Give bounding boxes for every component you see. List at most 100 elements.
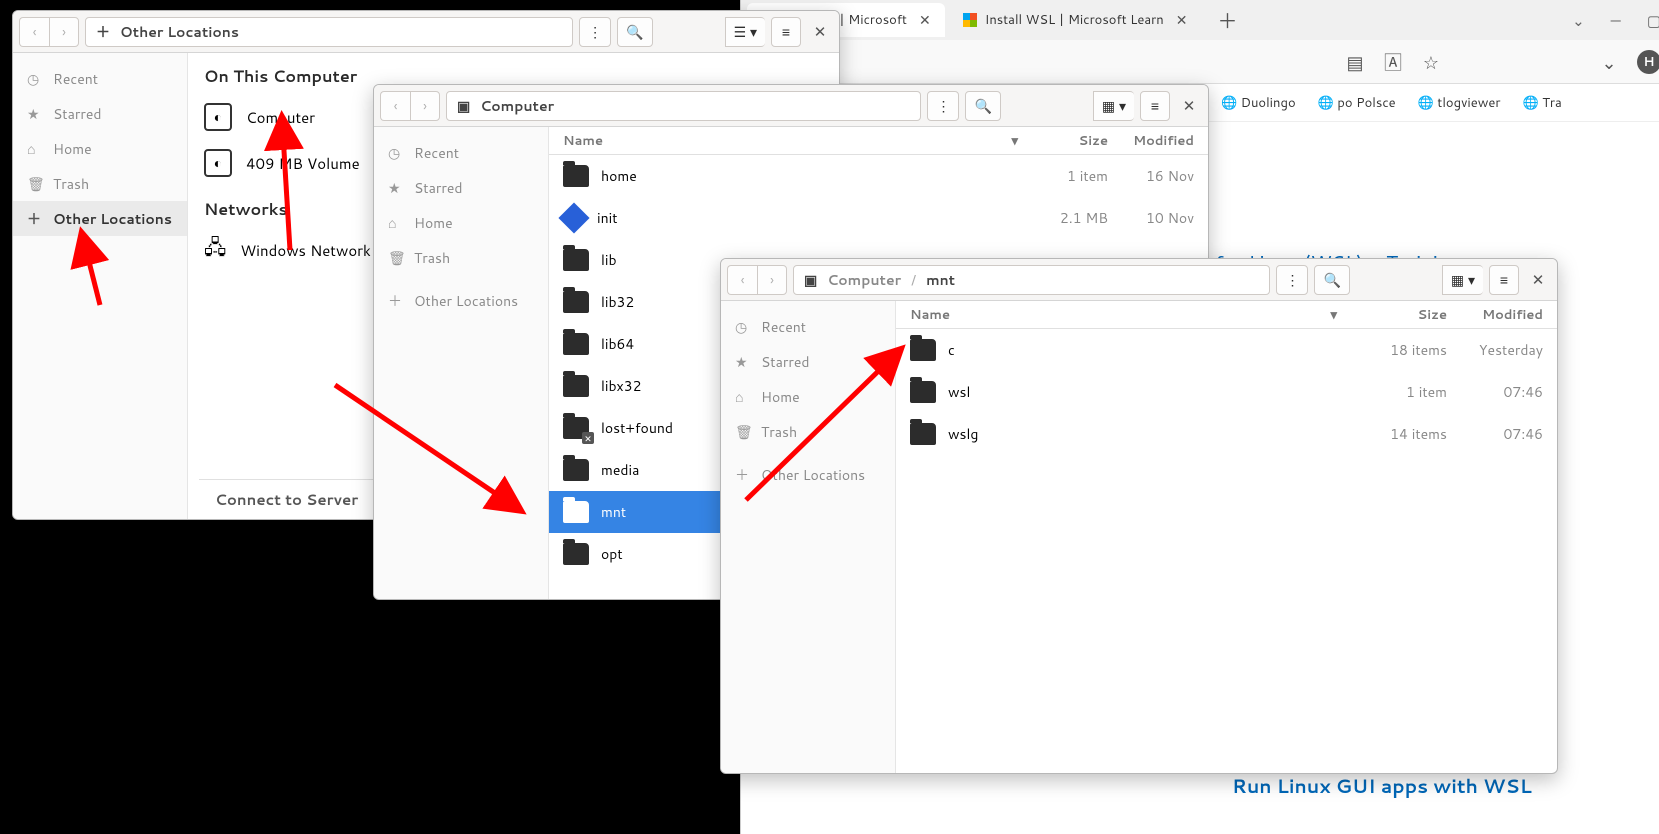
back-button[interactable]: ‹ bbox=[380, 91, 410, 121]
file-size: 2.1 MB bbox=[1018, 208, 1108, 228]
sidebar-item-home[interactable]: ⌂Home bbox=[374, 205, 548, 240]
maximize-icon[interactable]: ▢ bbox=[1647, 10, 1659, 31]
file-name: lib bbox=[601, 250, 617, 270]
close-button[interactable]: ✕ bbox=[1525, 269, 1551, 290]
folder-icon bbox=[563, 501, 589, 523]
forward-button[interactable]: › bbox=[49, 17, 79, 47]
folder-icon bbox=[563, 249, 589, 271]
grid-view-button[interactable]: ▦ ▾ bbox=[1093, 91, 1134, 121]
close-icon[interactable]: ✕ bbox=[1172, 8, 1192, 32]
sidebar-item-trash[interactable]: 🗑Trash bbox=[721, 414, 895, 449]
trash-icon: 🗑 bbox=[735, 422, 751, 442]
minimize-icon[interactable]: — bbox=[1611, 10, 1621, 31]
disk-icon: ◐ bbox=[204, 149, 232, 177]
tab-title: Install WSL | Microsoft Learn bbox=[985, 11, 1164, 29]
hamburger-button[interactable]: ≡ bbox=[1489, 265, 1519, 295]
list-view-button[interactable]: ☰ ▾ bbox=[725, 17, 765, 47]
menu-button[interactable]: ⋮ bbox=[1276, 265, 1308, 295]
titlebar: ‹ › ▣ Computer / mnt ⋮ 🔍 ▦ ▾ ≡ ✕ bbox=[721, 259, 1557, 301]
translate-icon[interactable]: 🄰 bbox=[1383, 52, 1403, 72]
sidebar-item-home[interactable]: ⌂Home bbox=[721, 379, 895, 414]
path-label: Computer bbox=[480, 96, 554, 116]
sidebar-item-other-locations[interactable]: ＋Other Locations bbox=[374, 283, 548, 318]
home-icon: ⌂ bbox=[388, 213, 404, 233]
bookmark-item[interactable]: 🌐 Tra bbox=[1522, 94, 1561, 112]
plus-icon: ＋ bbox=[735, 465, 751, 485]
grid-view-button[interactable]: ▦ ▾ bbox=[1442, 265, 1483, 295]
crumb-root[interactable]: Computer bbox=[827, 270, 901, 290]
file-size: 14 items bbox=[1337, 424, 1447, 444]
titlebar: ‹ › ▣ Computer ⋮ 🔍 ▦ ▾ ≡ ✕ bbox=[374, 85, 1208, 127]
file-row[interactable]: home1 item16 Nov bbox=[549, 155, 1208, 197]
folder-icon bbox=[563, 333, 589, 355]
disk-icon: ▣ bbox=[457, 96, 470, 116]
path-bar[interactable]: ▣ Computer bbox=[446, 91, 921, 121]
files-window-mnt: ‹ › ▣ Computer / mnt ⋮ 🔍 ▦ ▾ ≡ ✕ ◷Recent… bbox=[720, 258, 1558, 774]
avatar[interactable]: H bbox=[1637, 50, 1659, 74]
file-list: Name▾ Size Modified c18 itemsYesterdayws… bbox=[896, 301, 1557, 773]
forward-button[interactable]: › bbox=[757, 265, 787, 295]
sidebar-item-home[interactable]: ⌂Home bbox=[13, 131, 187, 166]
menu-button[interactable]: ⋮ bbox=[579, 17, 611, 47]
sidebar: ◷Recent ★Starred ⌂Home 🗑Trash ＋Other Loc… bbox=[721, 301, 896, 773]
folder-icon bbox=[563, 291, 589, 313]
bookmark-item[interactable]: 🌐 po Polsce bbox=[1318, 94, 1396, 112]
file-size: 18 items bbox=[1337, 340, 1447, 360]
hamburger-button[interactable]: ≡ bbox=[1140, 91, 1170, 121]
sidebar-item-recent[interactable]: ◷Recent bbox=[13, 61, 187, 96]
search-button[interactable]: 🔍 bbox=[965, 91, 1000, 121]
folder-icon bbox=[563, 459, 589, 481]
file-row[interactable]: init2.1 MB10 Nov bbox=[549, 197, 1208, 239]
reader-icon[interactable]: ▤ bbox=[1345, 52, 1365, 72]
file-name: mnt bbox=[601, 502, 626, 522]
bookmark-item[interactable]: 🌐 tlogviewer bbox=[1418, 94, 1501, 112]
sidebar-item-trash[interactable]: 🗑Trash bbox=[374, 240, 548, 275]
column-headers: Name▾ Size Modified bbox=[896, 301, 1557, 329]
sidebar-item-recent[interactable]: ◷Recent bbox=[721, 309, 895, 344]
back-button[interactable]: ‹ bbox=[19, 17, 49, 47]
folder-icon bbox=[563, 375, 589, 397]
sidebar-item-starred[interactable]: ★Starred bbox=[721, 344, 895, 379]
file-name: libx32 bbox=[601, 376, 641, 396]
browser-tab-2[interactable]: Install WSL | Microsoft Learn ✕ bbox=[953, 3, 1202, 37]
bottom-link[interactable]: Run Linux GUI apps with WSL bbox=[1232, 773, 1532, 800]
plus-icon: ＋ bbox=[96, 22, 110, 42]
close-icon[interactable]: ✕ bbox=[915, 8, 935, 32]
file-name: wslg bbox=[948, 424, 978, 444]
search-button[interactable]: 🔍 bbox=[1314, 265, 1349, 295]
sidebar-item-starred[interactable]: ★Starred bbox=[374, 170, 548, 205]
hamburger-button[interactable]: ≡ bbox=[771, 17, 801, 47]
search-button[interactable]: 🔍 bbox=[617, 17, 652, 47]
folder-icon bbox=[910, 423, 936, 445]
file-row[interactable]: wsl1 item07:46 bbox=[896, 371, 1557, 413]
file-row[interactable]: wslg14 items07:46 bbox=[896, 413, 1557, 455]
forward-button[interactable]: › bbox=[410, 91, 440, 121]
clock-icon: ◷ bbox=[735, 317, 751, 337]
new-tab-button[interactable]: ＋ bbox=[1209, 5, 1245, 35]
sidebar: ◷Recent ★Starred ⌂Home 🗑Trash ＋Other Loc… bbox=[13, 53, 188, 519]
close-button[interactable]: ✕ bbox=[807, 21, 833, 42]
menu-button[interactable]: ⋮ bbox=[927, 91, 959, 121]
file-row[interactable]: c18 itemsYesterday bbox=[896, 329, 1557, 371]
disk-icon: ▣ bbox=[804, 270, 817, 290]
sidebar-item-other-locations[interactable]: ＋Other Locations bbox=[13, 201, 187, 236]
sidebar-item-trash[interactable]: 🗑Trash bbox=[13, 166, 187, 201]
sidebar-item-other-locations[interactable]: ＋Other Locations bbox=[721, 457, 895, 492]
path-bar[interactable]: ＋ Other Locations bbox=[85, 17, 573, 47]
close-button[interactable]: ✕ bbox=[1176, 95, 1202, 116]
sidebar-item-recent[interactable]: ◷Recent bbox=[374, 135, 548, 170]
crumb-leaf[interactable]: mnt bbox=[926, 270, 955, 290]
microsoft-icon bbox=[963, 13, 977, 27]
network-icon: 🖧 bbox=[204, 233, 226, 267]
file-modified: 10 Nov bbox=[1108, 208, 1208, 228]
file-size: 1 item bbox=[1018, 166, 1108, 186]
bookmark-item[interactable]: 🌐 Duolingo bbox=[1221, 94, 1296, 112]
star-icon[interactable]: ☆ bbox=[1421, 52, 1441, 72]
file-name: lost+found bbox=[601, 418, 673, 438]
back-button[interactable]: ‹ bbox=[727, 265, 757, 295]
plus-icon: ＋ bbox=[27, 209, 43, 229]
pocket-icon[interactable]: ⌄ bbox=[1599, 52, 1619, 72]
file-name: home bbox=[601, 166, 637, 186]
sidebar-item-starred[interactable]: ★Starred bbox=[13, 96, 187, 131]
chevron-down-icon[interactable]: ⌄ bbox=[1572, 10, 1585, 31]
